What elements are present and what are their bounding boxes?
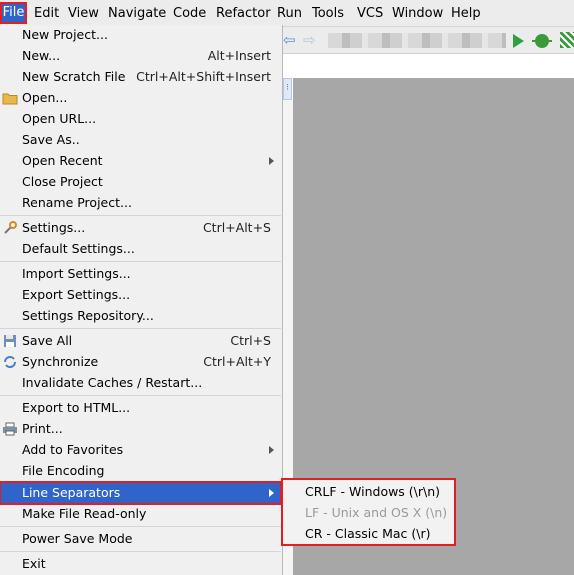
menu-separator — [0, 328, 281, 329]
menu-code[interactable]: Code — [173, 6, 206, 22]
run-configuration-selector[interactable] — [328, 33, 506, 48]
menu-item-export-to-html[interactable]: Export to HTML... — [0, 398, 281, 418]
folder-icon — [2, 93, 18, 105]
submenu-arrow-icon — [269, 446, 274, 454]
wrench-icon — [4, 221, 17, 234]
menu-item-new[interactable]: New... Alt+Insert — [0, 46, 281, 66]
menu-item-synchronize[interactable]: Synchronize Ctrl+Alt+Y — [0, 352, 281, 372]
menu-item-power-save-mode[interactable]: Power Save Mode — [0, 529, 281, 549]
menu-item-save-as[interactable]: Save As.. — [0, 130, 281, 150]
menu-run[interactable]: Run — [277, 6, 302, 22]
menu-separator — [0, 261, 281, 262]
submenu-item-lf: LF - Unix and OS X (\n) — [305, 505, 448, 520]
printer-icon — [3, 422, 17, 436]
menu-vcs[interactable]: VCS — [357, 6, 383, 22]
forward-arrow-icon[interactable]: ⇨ — [303, 31, 316, 49]
menu-item-make-file-read-only[interactable]: Make File Read-only — [0, 504, 281, 524]
menu-item-file-encoding[interactable]: File Encoding — [0, 461, 281, 481]
menu-item-line-separators[interactable]: Line Separators — [0, 481, 282, 505]
menu-item-rename-project[interactable]: Rename Project... — [0, 193, 281, 213]
menu-item-new-project[interactable]: New Project... — [0, 25, 281, 45]
menu-file[interactable]: File — [0, 2, 27, 24]
menu-item-settings[interactable]: Settings... Ctrl+Alt+S — [0, 218, 281, 238]
menu-separator — [0, 215, 281, 216]
menu-item-close-project[interactable]: Close Project — [0, 172, 281, 192]
menu-item-import-settings[interactable]: Import Settings... — [0, 264, 281, 284]
menu-window[interactable]: Window — [392, 6, 443, 22]
menu-item-exit[interactable]: Exit — [0, 554, 281, 574]
menu-tools[interactable]: Tools — [312, 6, 344, 22]
menu-item-print[interactable]: Print... — [0, 419, 281, 439]
menu-separator — [0, 551, 281, 552]
debug-icon[interactable] — [532, 34, 552, 48]
submenu-item-cr[interactable]: CR - Classic Mac (\r) — [305, 524, 430, 544]
menu-item-open-url[interactable]: Open URL... — [0, 109, 281, 129]
file-menu: New Project... New... Alt+Insert New Scr… — [0, 25, 283, 575]
floppy-icon — [4, 335, 16, 347]
project-tool-tab[interactable]: ⁝ — [283, 78, 292, 100]
menubar: File Edit View Navigate Code Refactor Ru… — [0, 0, 574, 27]
submenu-arrow-icon — [269, 489, 274, 497]
menu-item-new-scratch-file[interactable]: New Scratch File Ctrl+Alt+Shift+Insert — [0, 67, 281, 87]
sync-icon — [4, 356, 16, 368]
menu-item-add-to-favorites[interactable]: Add to Favorites — [0, 440, 281, 460]
back-arrow-icon[interactable]: ⇦ — [283, 31, 296, 49]
submenu-arrow-icon — [269, 157, 274, 165]
menu-separator — [0, 526, 281, 527]
coverage-icon[interactable] — [560, 32, 574, 48]
menu-item-settings-repository[interactable]: Settings Repository... — [0, 306, 281, 326]
menu-refactor[interactable]: Refactor — [216, 6, 271, 22]
submenu-item-crlf[interactable]: CRLF - Windows (\r\n) — [305, 482, 440, 502]
menu-help[interactable]: Help — [451, 6, 481, 22]
run-icon[interactable] — [513, 34, 524, 48]
menu-item-open-recent[interactable]: Open Recent — [0, 151, 281, 171]
menu-item-save-all[interactable]: Save All Ctrl+S — [0, 331, 281, 351]
menu-edit[interactable]: Edit — [34, 6, 59, 22]
menu-item-invalidate-caches[interactable]: Invalidate Caches / Restart... — [0, 373, 281, 393]
menu-item-export-settings[interactable]: Export Settings... — [0, 285, 281, 305]
line-separators-submenu: CRLF - Windows (\r\n) LF - Unix and OS X… — [281, 478, 456, 546]
menu-item-open[interactable]: Open... — [0, 88, 281, 108]
menu-item-default-settings[interactable]: Default Settings... — [0, 239, 281, 259]
menu-separator — [0, 395, 281, 396]
menu-navigate[interactable]: Navigate — [108, 6, 166, 22]
menu-view[interactable]: View — [68, 6, 99, 22]
